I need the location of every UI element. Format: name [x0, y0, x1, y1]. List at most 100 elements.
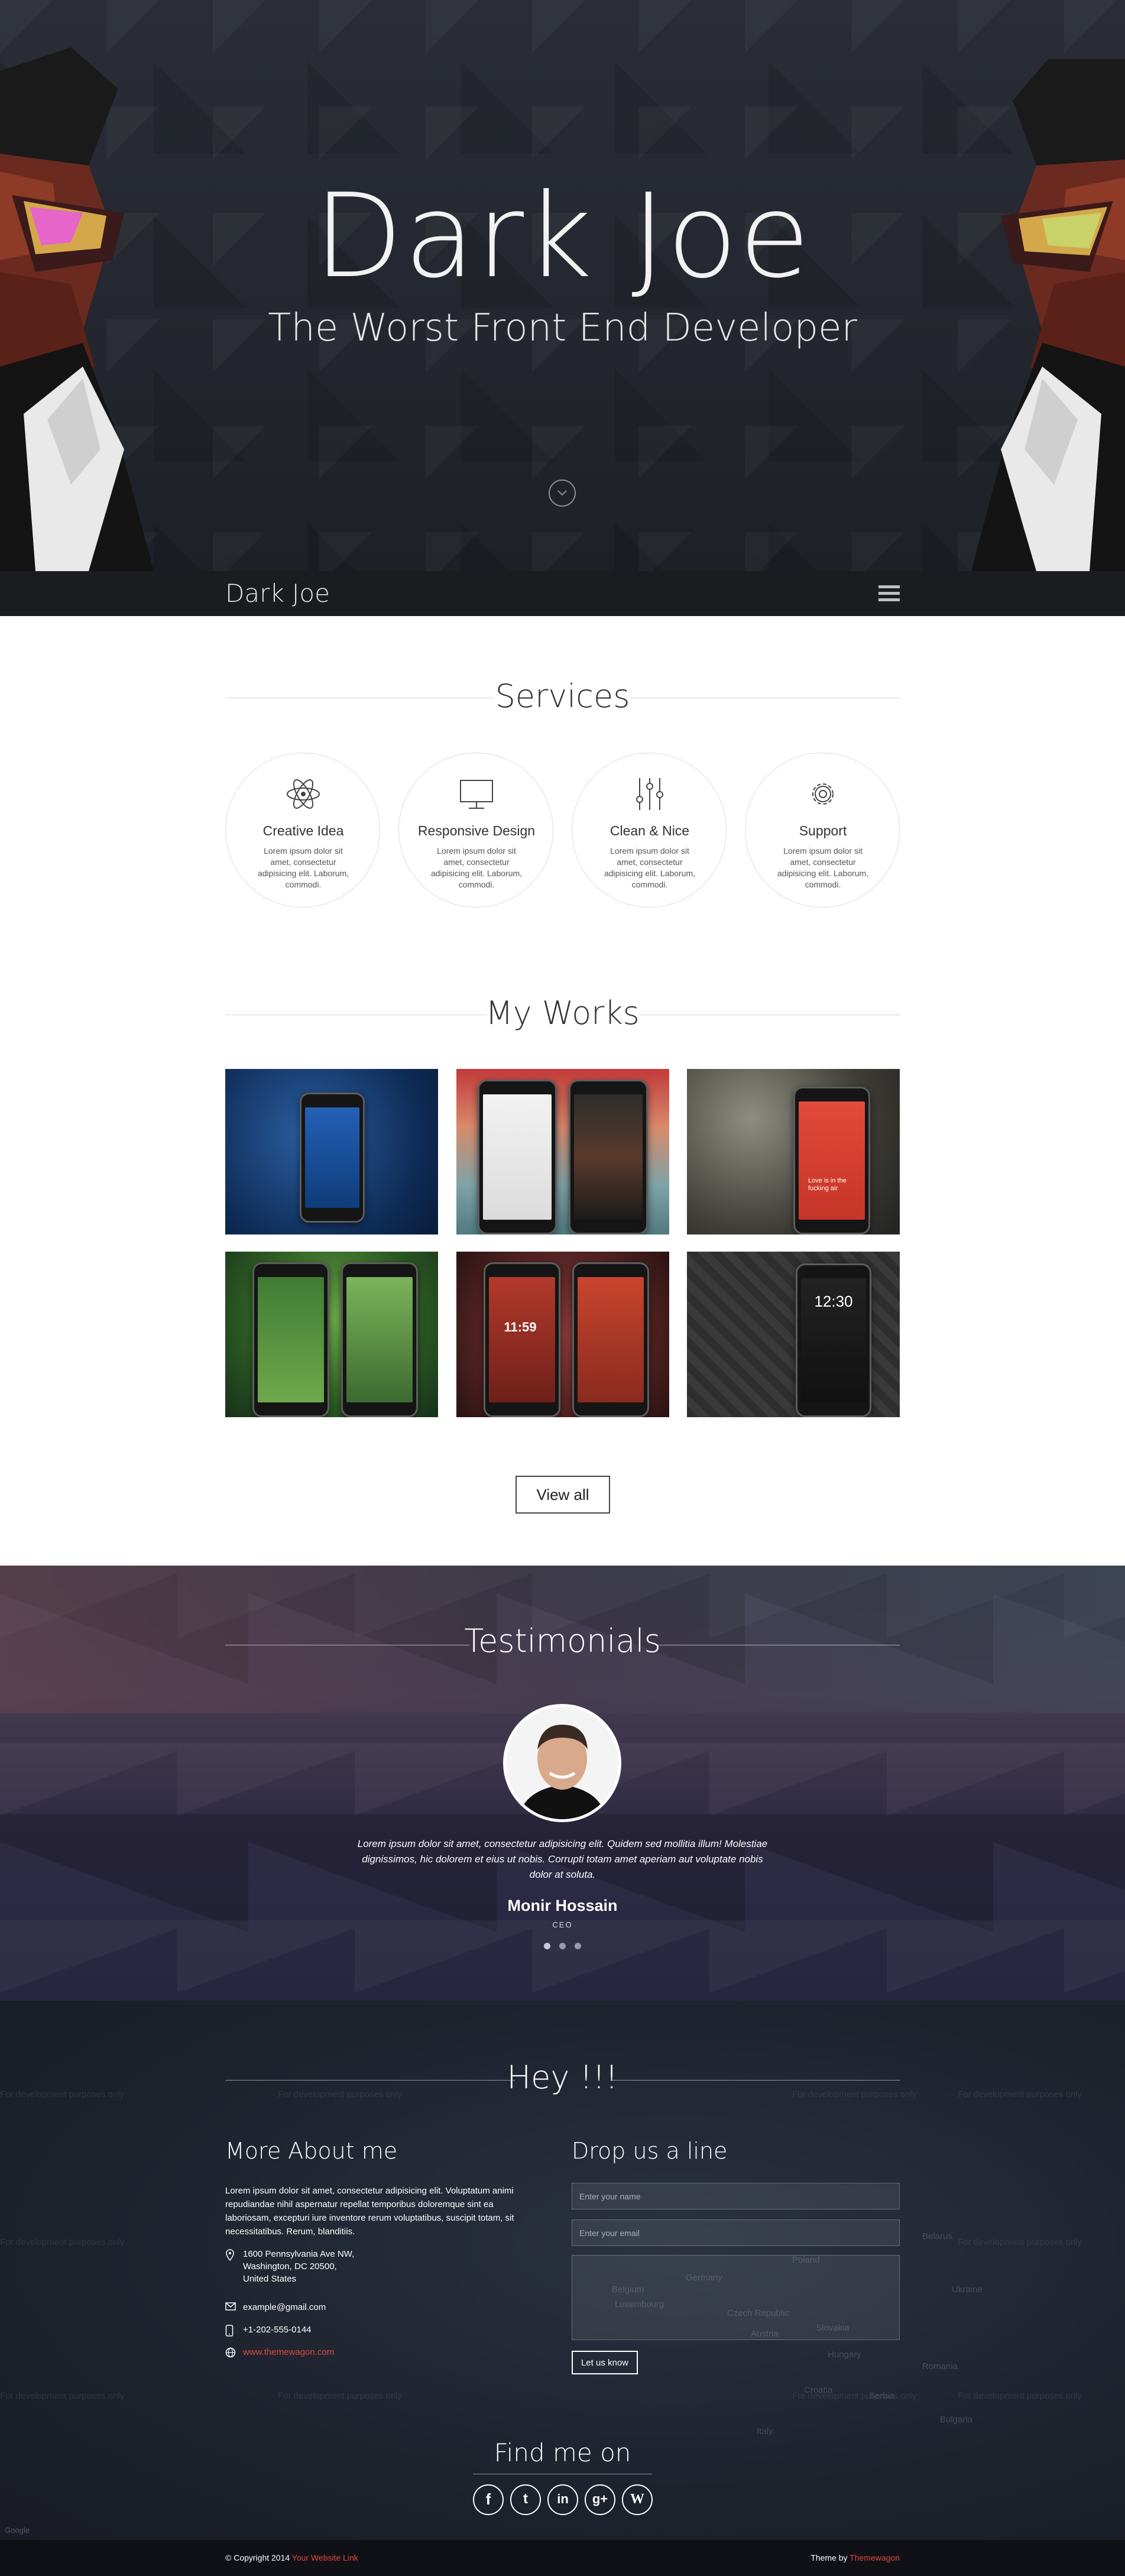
work-item-4[interactable]	[225, 1252, 438, 1417]
service-card-support: Support Lorem ipsum dolor sit amet, cons…	[745, 753, 900, 908]
service-description: Lorem ipsum dolor sit amet, consectetur …	[257, 846, 349, 889]
copyright: © Copyright 2014 Your Website Link	[225, 2553, 358, 2562]
phone-info: +1-202-555-0144	[225, 2324, 533, 2337]
theme-credit: Theme by Themewagon	[810, 2553, 900, 2562]
map-label: Hungary	[828, 2350, 861, 2360]
work-item-5[interactable]: 11:59	[456, 1252, 669, 1417]
map-watermark: For development purposes only	[278, 2391, 403, 2401]
map-watermark: For development purposes only	[0, 2237, 125, 2247]
hamburger-menu-icon[interactable]	[878, 584, 900, 603]
map-label: Ukraine	[952, 2285, 983, 2295]
address-line-2: Washington, DC 20500,	[243, 2261, 337, 2272]
email-input[interactable]	[572, 2219, 900, 2246]
phone-screen-text: Love is in the fucking air	[808, 1177, 847, 1192]
contact-section: For development purposes only For develo…	[0, 2001, 1125, 2540]
social-title: Find me on	[494, 2438, 631, 2467]
navbar-brand[interactable]: Dark Joe	[225, 581, 330, 607]
hero-section: Dark Joe The Worst Front End Developer	[0, 0, 1125, 571]
service-description: Lorem ipsum dolor sit amet, consectetur …	[777, 846, 869, 889]
address-info: 1600 Pennsylvania Ave NW, Washington, DC…	[225, 2248, 533, 2285]
map-label: Serbia	[869, 2391, 895, 2401]
scroll-down-button[interactable]	[549, 479, 576, 507]
service-card-creative-idea: Creative Idea Lorem ipsum dolor sit amet…	[225, 753, 380, 908]
phone-image: 12:30	[796, 1263, 871, 1417]
carousel-dot[interactable]	[544, 1943, 550, 1949]
phone-icon	[225, 2325, 234, 2337]
website-info: www.themewagon.com	[225, 2346, 533, 2358]
view-all-button[interactable]: View all	[516, 1476, 610, 1514]
map-label: Romania	[922, 2361, 958, 2371]
avatar-portrait	[506, 1707, 618, 1819]
name-input[interactable]	[572, 2183, 900, 2209]
copyright-text: © Copyright 2014	[225, 2553, 290, 2562]
theme-credit-text: Theme by	[810, 2553, 848, 2562]
gear-icon	[812, 783, 834, 805]
testimonials-section: Testimonials Lorem ipsum dolor sit amet,…	[0, 1566, 1125, 2001]
googleplus-icon[interactable]: g+	[585, 2484, 615, 2515]
service-title: Responsive Design	[417, 823, 536, 838]
map-label: Bulgaria	[940, 2415, 973, 2425]
service-title: Clean & Nice	[609, 823, 690, 838]
work-item-3[interactable]: Love is in the fucking air	[687, 1069, 900, 1234]
twitter-icon[interactable]: t	[510, 2484, 541, 2515]
map-watermark: For development purposes only	[958, 2237, 1082, 2247]
atom-icon	[287, 779, 320, 809]
service-card-clean-nice: Clean & Nice Lorem ipsum dolor sit amet,…	[572, 753, 727, 908]
testimonial-name: Monir Hossain	[507, 1897, 618, 1914]
carousel-dot[interactable]	[575, 1943, 581, 1949]
chevron-down-icon	[557, 490, 567, 496]
dark-joe-face-right-illustration	[971, 59, 1125, 571]
phone-image	[478, 1080, 557, 1234]
map-label: Italy	[757, 2426, 773, 2436]
testimonial-role: CEO	[552, 1920, 573, 1929]
themewagon-link[interactable]: Themewagon	[850, 2553, 900, 2562]
globe-icon	[225, 2347, 236, 2358]
service-description: Lorem ipsum dolor sit amet, consectetur …	[604, 846, 696, 889]
phone-image	[341, 1262, 418, 1417]
work-item-6[interactable]: 12:30	[687, 1252, 900, 1417]
form-title: Drop us a line	[572, 2138, 728, 2164]
map-attribution: Google	[5, 2526, 30, 2535]
website-link[interactable]: www.themewagon.com	[243, 2346, 533, 2358]
map-label: Croatia	[804, 2385, 833, 2395]
testimonials-title: Testimonials	[464, 1622, 661, 1660]
about-text: Lorem ipsum dolor sit amet, consectetur …	[225, 2186, 514, 2237]
service-description: Lorem ipsum dolor sit amet, consectetur …	[430, 846, 523, 889]
address-line-3: United States	[243, 2274, 297, 2284]
dark-joe-face-left-illustration	[0, 47, 154, 571]
work-item-2[interactable]	[456, 1069, 669, 1234]
phone-image	[300, 1093, 365, 1223]
phone-image	[252, 1262, 329, 1417]
hero-title: Dark Joe	[313, 169, 812, 304]
send-message-button[interactable]: Let us know	[572, 2351, 638, 2374]
map-pin-icon	[226, 2249, 234, 2261]
work-item-1[interactable]	[225, 1069, 438, 1234]
facebook-icon[interactable]: f	[473, 2484, 504, 2515]
phone-clock-text: 12:30	[814, 1292, 853, 1310]
service-title: Creative Idea	[262, 823, 344, 838]
testimonial-quote: Lorem ipsum dolor sit amet, consectetur …	[357, 1838, 768, 1880]
map-watermark: For development purposes only	[958, 2391, 1082, 2401]
avatar	[503, 1704, 621, 1822]
email-text[interactable]: example@gmail.com	[243, 2301, 533, 2313]
services-title: Services	[495, 678, 630, 715]
about-title: More About me	[225, 2138, 398, 2164]
service-card-responsive-design: Responsive Design Lorem ipsum dolor sit …	[398, 753, 553, 908]
linkedin-icon[interactable]: in	[547, 2484, 578, 2515]
phone-clock-text: 11:59	[504, 1320, 537, 1334]
monitor-icon	[460, 780, 493, 809]
phone-text: +1-202-555-0144	[243, 2325, 312, 2335]
envelope-icon	[225, 2302, 236, 2311]
email-info: example@gmail.com	[225, 2301, 533, 2313]
service-title: Support	[799, 823, 847, 838]
address-line-1: 1600 Pennsylvania Ave NW,	[243, 2249, 355, 2259]
carousel-dot[interactable]	[559, 1943, 566, 1949]
sliders-icon	[636, 778, 663, 810]
works-title: My Works	[485, 994, 640, 1032]
contact-title: Hey !!!	[507, 2059, 618, 2096]
message-textarea[interactable]	[572, 2255, 900, 2340]
phone-image: Love is in the fucking air	[793, 1087, 870, 1234]
website-link[interactable]: Your Website Link	[292, 2553, 358, 2562]
navbar: Dark Joe	[0, 571, 1125, 616]
wordpress-icon[interactable]: W	[622, 2484, 653, 2515]
